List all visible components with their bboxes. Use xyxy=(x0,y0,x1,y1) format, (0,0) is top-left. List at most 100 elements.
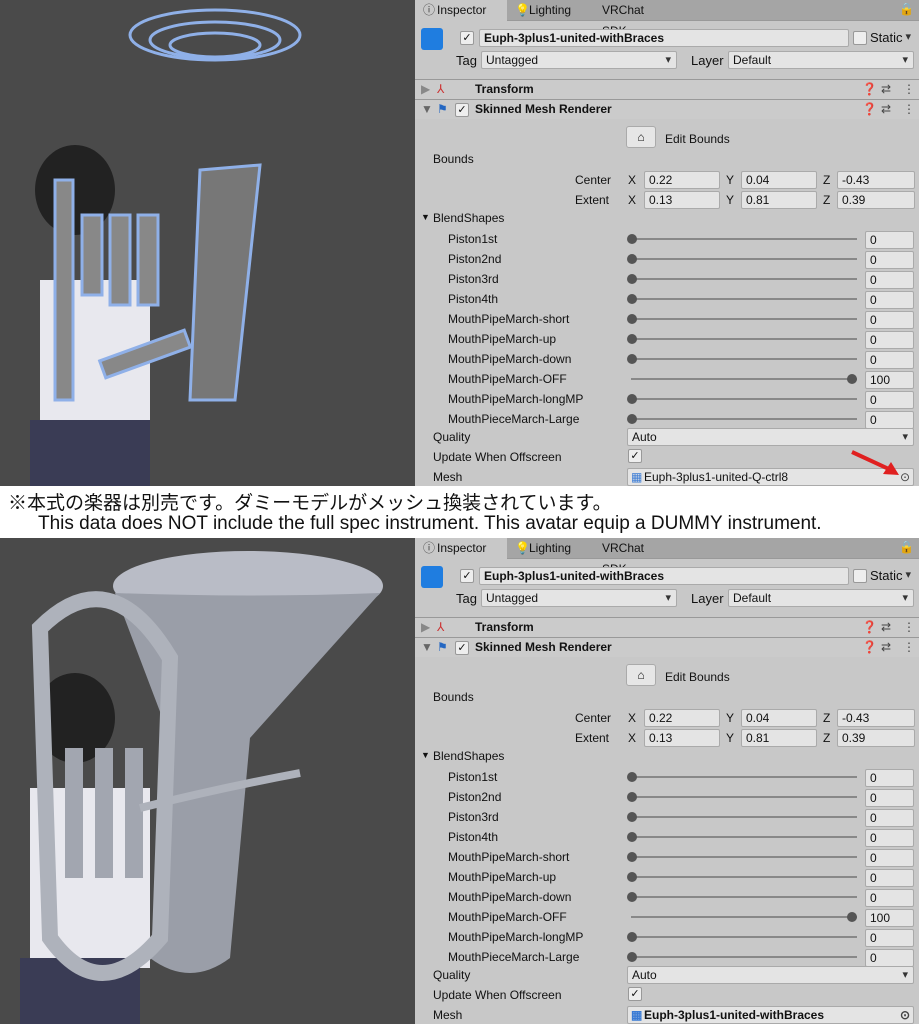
blendshape-slider[interactable] xyxy=(627,289,861,309)
bounds-extent-x-input[interactable]: 0.13 xyxy=(644,729,720,747)
presets-icon[interactable]: ⇄ xyxy=(881,102,891,116)
blendshape-slider[interactable] xyxy=(627,229,861,249)
mesh-object-field[interactable]: ▦Euph-3plus1-united-withBraces⊙ xyxy=(627,1006,914,1024)
foldout-expanded-icon[interactable]: ▼ xyxy=(421,102,433,116)
tab-lighting[interactable]: 💡Lighting xyxy=(507,538,590,559)
tab-vrchat-sdk[interactable]: VRChat SDK xyxy=(590,538,680,559)
blendshape-value-input[interactable]: 0 xyxy=(865,949,914,967)
blendshape-slider[interactable] xyxy=(627,249,861,269)
blendshape-slider[interactable] xyxy=(627,329,861,349)
blendshape-value-input[interactable]: 0 xyxy=(865,789,914,807)
bounds-center-y-input[interactable]: 0.04 xyxy=(741,709,817,727)
foldout-collapsed-icon[interactable]: ▶ xyxy=(421,620,430,634)
blendshape-value-input[interactable]: 0 xyxy=(865,849,914,867)
slider-handle[interactable] xyxy=(627,274,637,284)
blendshape-slider[interactable] xyxy=(627,787,861,807)
tab-inspector[interactable]: ⓘInspector xyxy=(415,0,507,21)
blendshape-value-input[interactable]: 0 xyxy=(865,291,914,309)
bounds-center-z-input[interactable]: -0.43 xyxy=(837,171,915,189)
scene-view-dummy[interactable] xyxy=(0,0,415,486)
help-icon[interactable]: ❓ xyxy=(862,620,877,634)
static-checkbox[interactable] xyxy=(853,569,867,583)
transform-component-header[interactable]: ▶⅄Transform❓⇄⋮ xyxy=(415,79,919,99)
lock-icon[interactable]: 🔒 xyxy=(899,2,914,16)
bounds-center-z-input[interactable]: -0.43 xyxy=(837,709,915,727)
quality-dropdown[interactable]: Auto xyxy=(627,428,914,446)
tab-vrchat-sdk[interactable]: VRChat SDK xyxy=(590,0,680,21)
blendshape-value-input[interactable]: 0 xyxy=(865,231,914,249)
transform-component-header[interactable]: ▶⅄Transform❓⇄⋮ xyxy=(415,617,919,637)
slider-handle[interactable] xyxy=(627,294,637,304)
bounds-extent-z-input[interactable]: 0.39 xyxy=(837,729,915,747)
foldout-expanded-icon[interactable]: ▼ xyxy=(421,640,433,654)
edit-bounds-button[interactable]: ⌂ xyxy=(626,664,656,686)
blendshape-slider[interactable] xyxy=(627,807,861,827)
slider-handle[interactable] xyxy=(627,812,637,822)
blendshape-value-input[interactable]: 0 xyxy=(865,311,914,329)
blendshape-value-input[interactable]: 0 xyxy=(865,411,914,429)
skinned-mesh-renderer-header[interactable]: ▼⚑✓Skinned Mesh Renderer❓⇄⋮ xyxy=(415,637,919,657)
layer-dropdown[interactable]: Default xyxy=(728,589,914,607)
renderer-enabled-checkbox[interactable]: ✓ xyxy=(455,103,469,117)
blendshape-value-input[interactable]: 0 xyxy=(865,351,914,369)
static-checkbox[interactable] xyxy=(853,31,867,45)
blendshape-value-input[interactable]: 100 xyxy=(865,909,914,927)
more-options-icon[interactable]: ⋮ xyxy=(903,102,915,116)
slider-handle[interactable] xyxy=(627,354,637,364)
blendshapes-foldout-icon[interactable]: ▼ xyxy=(421,212,430,222)
blendshape-value-input[interactable]: 100 xyxy=(865,371,914,389)
blendshape-value-input[interactable]: 0 xyxy=(865,251,914,269)
bounds-extent-x-input[interactable]: 0.13 xyxy=(644,191,720,209)
more-options-icon[interactable]: ⋮ xyxy=(903,640,915,654)
slider-handle[interactable] xyxy=(627,932,637,942)
slider-handle[interactable] xyxy=(627,334,637,344)
blendshape-value-input[interactable]: 0 xyxy=(865,929,914,947)
static-dropdown[interactable]: Static xyxy=(870,568,916,583)
object-picker-icon[interactable]: ⊙ xyxy=(900,1007,910,1023)
tag-dropdown[interactable]: Untagged xyxy=(481,589,677,607)
slider-handle[interactable] xyxy=(627,892,637,902)
more-options-icon[interactable]: ⋮ xyxy=(903,82,915,96)
blendshapes-foldout-icon[interactable]: ▼ xyxy=(421,750,430,760)
bounds-center-x-input[interactable]: 0.22 xyxy=(644,171,720,189)
blendshape-slider[interactable] xyxy=(627,349,861,369)
blendshape-slider[interactable] xyxy=(627,309,861,329)
edit-bounds-button[interactable]: ⌂ xyxy=(626,126,656,148)
renderer-enabled-checkbox[interactable]: ✓ xyxy=(455,641,469,655)
blendshape-slider[interactable] xyxy=(627,389,861,409)
bounds-extent-z-input[interactable]: 0.39 xyxy=(837,191,915,209)
blendshape-slider[interactable] xyxy=(627,369,861,389)
tab-lighting[interactable]: 💡Lighting xyxy=(507,0,590,21)
help-icon[interactable]: ❓ xyxy=(862,82,877,96)
foldout-collapsed-icon[interactable]: ▶ xyxy=(421,82,430,96)
presets-icon[interactable]: ⇄ xyxy=(881,82,891,96)
blendshape-slider[interactable] xyxy=(627,409,861,429)
active-checkbox[interactable]: ✓ xyxy=(460,569,474,583)
blendshape-value-input[interactable]: 0 xyxy=(865,869,914,887)
help-icon[interactable]: ❓ xyxy=(862,102,877,116)
blendshape-slider[interactable] xyxy=(627,827,861,847)
object-name-input[interactable]: Euph-3plus1-united-withBraces xyxy=(479,567,849,585)
bounds-extent-y-input[interactable]: 0.81 xyxy=(741,191,817,209)
static-dropdown[interactable]: Static xyxy=(870,30,916,45)
blendshape-slider[interactable] xyxy=(627,767,861,787)
blendshape-slider[interactable] xyxy=(627,947,861,967)
active-checkbox[interactable]: ✓ xyxy=(460,31,474,45)
blendshape-slider[interactable] xyxy=(627,867,861,887)
blendshape-value-input[interactable]: 0 xyxy=(865,809,914,827)
blendshape-value-input[interactable]: 0 xyxy=(865,769,914,787)
blendshape-slider[interactable] xyxy=(627,269,861,289)
quality-dropdown[interactable]: Auto xyxy=(627,966,914,984)
tag-dropdown[interactable]: Untagged xyxy=(481,51,677,69)
slider-handle[interactable] xyxy=(847,912,857,922)
slider-handle[interactable] xyxy=(627,872,637,882)
layer-dropdown[interactable]: Default xyxy=(728,51,914,69)
slider-handle[interactable] xyxy=(627,234,637,244)
presets-icon[interactable]: ⇄ xyxy=(881,640,891,654)
blendshape-value-input[interactable]: 0 xyxy=(865,829,914,847)
slider-handle[interactable] xyxy=(627,772,637,782)
slider-handle[interactable] xyxy=(847,374,857,384)
bounds-center-y-input[interactable]: 0.04 xyxy=(741,171,817,189)
scene-view-full-instrument[interactable] xyxy=(0,538,415,1024)
slider-handle[interactable] xyxy=(627,852,637,862)
